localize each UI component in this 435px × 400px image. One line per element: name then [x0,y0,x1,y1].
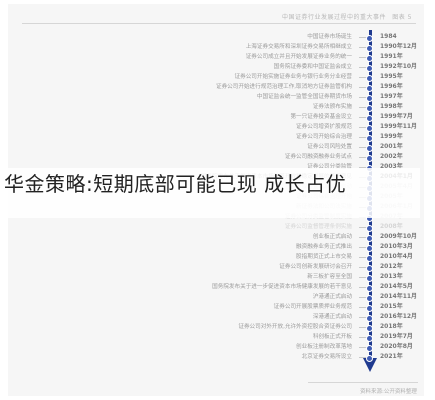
timeline-date: 1995年 [380,73,403,80]
timeline-date: 1991年 [380,53,403,60]
timeline-event: 融资融券业务正式推出 [296,244,352,250]
timeline-event: 沪港通正式启动 [312,294,352,300]
timeline-event: 上海证券交易所和深圳证券交易所相继成立 [245,44,352,50]
timeline-event: 第一只证券投资基金设立 [290,114,352,120]
timeline-event: 证券公司开始进行规范治理工作,取消地方证券监管机构 [215,84,352,90]
timeline-date: 2010年3月 [380,243,413,250]
timeline-date: 1999年7月 [380,113,413,120]
timeline-dot-icon [366,95,373,102]
timeline-date: 1999年11月 [380,123,418,130]
timeline-date: 2012年 [380,263,403,270]
timeline-event: 创业板正式启动 [312,234,352,240]
footer-divider [308,382,418,383]
timeline-event: 新三板扩容至全国 [307,274,352,280]
timeline-event: 证券公司融资融券业务试点 [284,154,352,160]
timeline-dot-icon [366,345,373,352]
timeline-event: 科创板正式开板 [312,334,352,340]
timeline-date: 2010年4月 [380,253,413,260]
timeline-event: 证券公司对外开放,允许外资控股合资证券公司 [238,324,352,330]
timeline-dot-icon [366,295,373,302]
timeline-date: 2019年7月 [380,333,413,340]
timeline-event: 证券公司创新发展研讨会召开 [279,264,352,270]
timeline-dot-icon [366,145,373,152]
timeline-dot-icon [366,265,373,272]
timeline-event: 北京证券交易所设立 [301,354,352,360]
timeline-dot-icon [366,335,373,342]
timeline-date: 2013年 [380,273,403,280]
timeline-dot-icon [366,45,373,52]
timeline-dot-icon [366,75,373,82]
timeline-event: 证券公司开始综合治理 [296,134,352,140]
timeline-dot-icon [366,225,373,232]
timeline-date: 1997年 [380,93,403,100]
timeline-dot-icon [366,65,373,72]
document-header-title: 中国证券行业发展过程中的重大事件 [281,14,386,21]
timeline-row: 北京证券交易所设立 2021年 [8,352,424,364]
timeline-date: 2015年 [380,303,403,310]
timeline-event: 证券公司风险处置 [307,144,352,150]
timeline-event: 国务院证券委和中国证监会成立 [273,64,352,70]
timeline-date: 2008年 [380,223,403,230]
document-header: 中国证券行业发展过程中的重大事件 图表 5 [22,10,416,24]
headline-banner: 华金策略:短期底部可能已现 成长占优 [0,168,435,218]
timeline-dot-icon [366,135,373,142]
timeline-dot-icon [366,85,373,92]
figure-number: 图表 5 [392,14,412,21]
timeline-dot-icon [366,155,373,162]
timeline-date: 2002年 [380,153,403,160]
timeline-date: 2009年10月 [380,233,418,240]
timeline-dot-icon [366,355,373,362]
timeline-date: 1999年 [380,133,403,140]
timeline-event: 证券公司增资扩股规范 [296,124,352,130]
timeline-dot-icon [366,255,373,262]
timeline-dot-icon [366,285,373,292]
article-headline[interactable]: 华金策略:短期底部可能已现 成长占优 [4,172,424,196]
timeline-date: 1998年 [380,103,403,110]
timeline-date: 1992年10月 [380,63,418,70]
timeline-dot-icon [366,235,373,242]
timeline-event: 创业板注册制改革落地 [296,344,352,350]
source-note: 资料来源:公开资料整理 [360,389,417,395]
timeline-event: 证券公司开展股票质押业务规范 [273,304,352,310]
timeline-date: 1984 [380,33,397,40]
timeline-event: 证券法颁布实施 [312,104,352,110]
timeline-event: 股指期货正式上市交易 [296,254,352,260]
timeline-event: 中国证监会统一监管全国证券期货市场 [256,94,352,100]
timeline-date: 2001年 [380,143,403,150]
timeline-event: 国务院发布关于进一步促进资本市场健康发展的若干意见 [212,284,352,290]
timeline-dot-icon [366,105,373,112]
timeline-dot-icon [366,275,373,282]
timeline-dot-icon [366,315,373,322]
timeline-date: 2018年 [380,323,403,330]
timeline-event: 证券公司监督管理条例实施 [284,224,352,230]
timeline-dot-icon [366,125,373,132]
timeline-dot-icon [366,325,373,332]
timeline-dot-icon [366,115,373,122]
timeline-dot-icon [366,55,373,62]
timeline-date: 1996年 [380,83,403,90]
timeline-date: 2020年8月 [380,343,413,350]
timeline-dot-icon [366,245,373,252]
header-divider [22,23,416,24]
timeline-event: 证券公司成立并且开始发展证券业务的统一 [245,54,352,60]
timeline-date: 1990年12月 [380,43,418,50]
timeline-date: 2021年 [380,353,403,360]
timeline-event: 深港通正式启动 [312,314,352,320]
timeline-dot-icon [366,35,373,42]
timeline-date: 2016年12月 [380,313,418,320]
timeline-event: 证券公司开始实施证券业务与银行业务分业经营 [234,74,352,80]
timeline-dot-icon [366,305,373,312]
timeline-date: 2014年11月 [380,293,418,300]
timeline-date: 2014年5月 [380,283,413,290]
timeline-event: 中国证券市场诞生 [307,34,352,40]
